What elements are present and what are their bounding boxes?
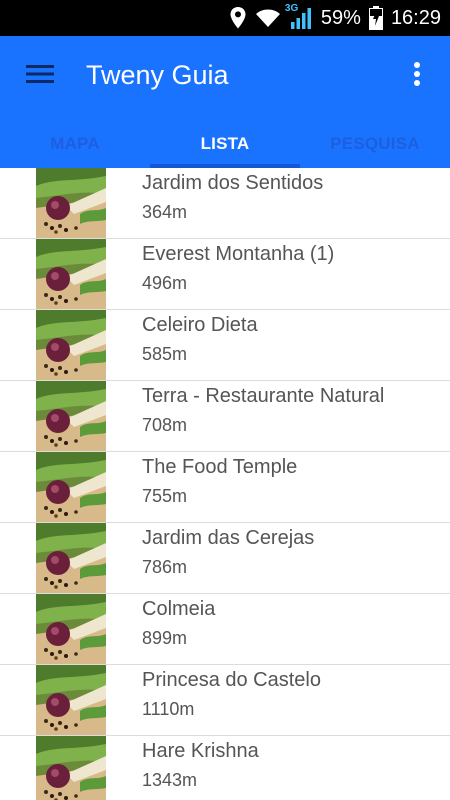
place-distance: 786m xyxy=(142,557,188,577)
place-distance: 755m xyxy=(142,486,188,506)
app-title: Tweny Guia xyxy=(86,60,229,90)
status-bar: 3G 59% 16:29 xyxy=(0,0,450,36)
battery-charging-icon xyxy=(368,6,383,30)
list-item[interactable]: The Food Temple 755m xyxy=(0,452,450,523)
place-name: Everest Montanha (1) xyxy=(142,243,335,265)
more-vert-icon xyxy=(413,61,421,92)
place-name: The Food Temple xyxy=(142,456,298,478)
signal-icon: 3G xyxy=(285,3,313,29)
clock: 16:29 xyxy=(390,6,441,29)
tab-pesquisa[interactable]: PESQUISA xyxy=(300,120,450,168)
list-item[interactable]: Jardim das Cerejas 786m xyxy=(0,523,450,594)
place-thumbnail xyxy=(36,594,106,664)
place-name: Jardim das Cerejas xyxy=(142,527,315,549)
list-item[interactable]: Princesa do Castelo 1110m xyxy=(0,665,450,736)
place-thumbnail xyxy=(36,239,106,309)
list-item[interactable]: Everest Montanha (1) 496m xyxy=(0,239,450,310)
network-type-label: 3G xyxy=(284,3,299,14)
place-distance: 496m xyxy=(142,273,188,293)
place-thumbnail xyxy=(36,523,106,593)
list-item[interactable]: Hare Krishna 1343m xyxy=(0,736,450,800)
place-thumbnail xyxy=(36,736,106,800)
app-bar: Tweny Guia MAPA LISTA PESQUISA xyxy=(0,36,450,168)
place-thumbnail xyxy=(36,168,106,238)
place-distance: 585m xyxy=(142,344,188,364)
place-distance: 1343m xyxy=(142,770,198,790)
wifi-icon xyxy=(255,8,281,28)
location-icon xyxy=(229,6,247,30)
place-distance: 899m xyxy=(142,628,188,648)
place-name: Celeiro Dieta xyxy=(142,314,258,336)
place-thumbnail xyxy=(36,452,106,522)
place-thumbnail xyxy=(36,665,106,735)
tab-lista[interactable]: LISTA xyxy=(150,120,300,168)
menu-button[interactable] xyxy=(20,56,60,96)
list-item[interactable]: Celeiro Dieta 585m xyxy=(0,310,450,381)
tab-bar: MAPA LISTA PESQUISA xyxy=(0,120,450,168)
list-item[interactable]: Colmeia 899m xyxy=(0,594,450,665)
place-name: Hare Krishna xyxy=(142,740,259,762)
list-item[interactable]: Jardim dos Sentidos 364m xyxy=(0,168,450,239)
place-name: Terra - Restaurante Natural xyxy=(142,385,385,407)
place-name: Jardim dos Sentidos xyxy=(142,172,324,194)
screen: 3G 59% 16:29 Tweny Guia MAPA LISTA PESQU… xyxy=(0,0,450,800)
place-list: Jardim dos Sentidos 364m Everest Montanha… xyxy=(0,168,450,800)
tab-mapa[interactable]: MAPA xyxy=(0,120,150,168)
battery-percent: 59% xyxy=(320,6,361,29)
place-thumbnail xyxy=(36,381,106,451)
place-name: Colmeia xyxy=(142,598,216,620)
hamburger-menu-icon xyxy=(26,63,54,90)
list-item[interactable]: Terra - Restaurante Natural 708m xyxy=(0,381,450,452)
place-distance: 364m xyxy=(142,202,188,222)
place-distance: 708m xyxy=(142,415,188,435)
place-thumbnail xyxy=(36,310,106,380)
overflow-menu-button[interactable] xyxy=(402,56,432,96)
place-name: Princesa do Castelo xyxy=(142,669,321,691)
place-distance: 1110m xyxy=(142,699,195,719)
